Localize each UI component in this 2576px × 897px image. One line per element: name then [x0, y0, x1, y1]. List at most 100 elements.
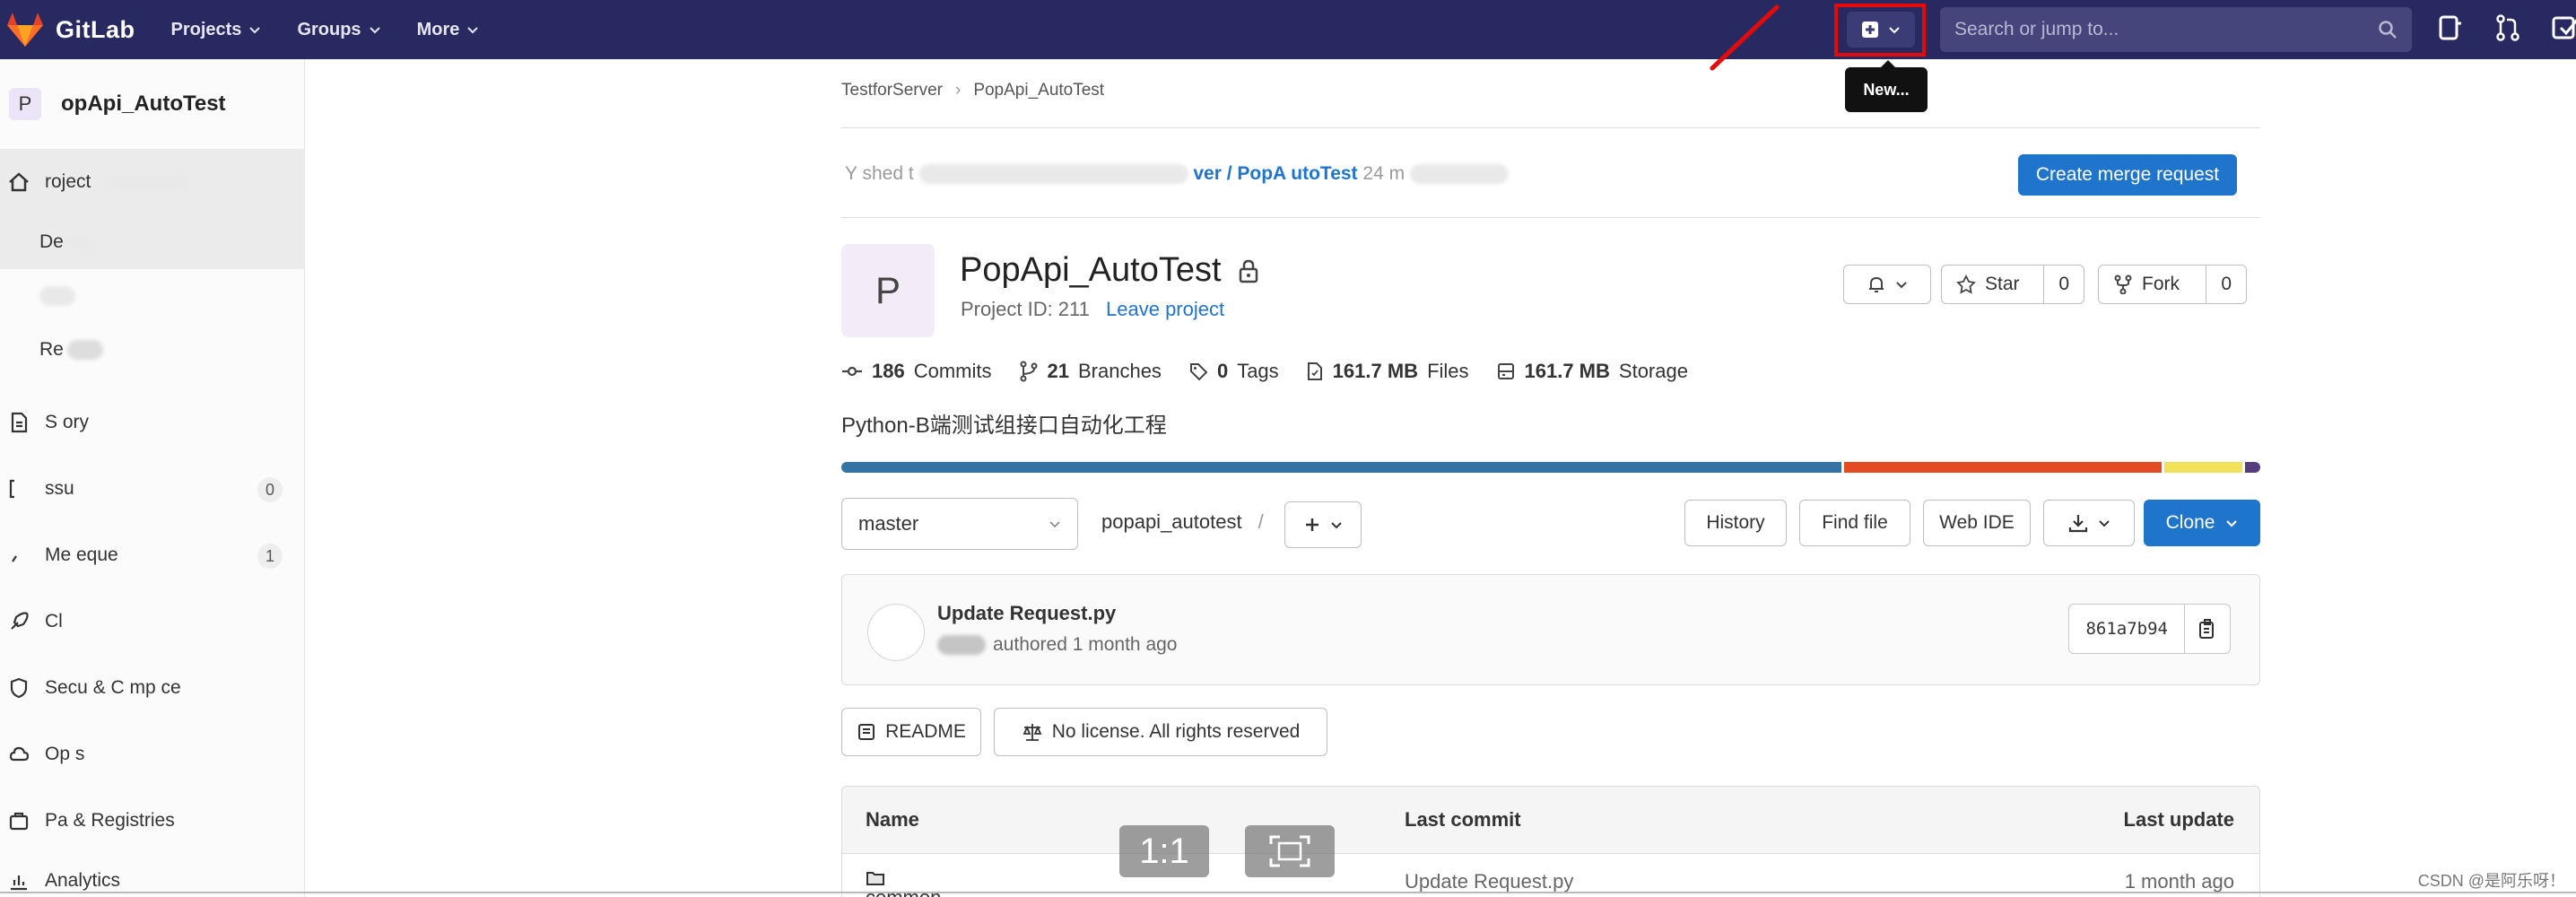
commit-sha[interactable]: 861a7b94 [2069, 605, 2185, 653]
sidebar-item-security-compliance[interactable]: Secu & C mp ce [0, 655, 304, 721]
stat-tags[interactable]: 0 Tags [1188, 360, 1279, 383]
file-last-commit[interactable]: Update Request.py [1405, 870, 1573, 893]
gitlab-logo-icon [5, 11, 45, 48]
commit-title[interactable]: Update Request.py [937, 602, 1116, 625]
zoom-actual-size-button[interactable]: 1:1 [1119, 825, 1209, 877]
menu-projects-label: Projects [170, 19, 242, 39]
breadcrumb: TestforServer › PopApi_AutoTest [841, 81, 1104, 100]
copy-sha-button[interactable] [2185, 605, 2230, 653]
search-icon [2379, 21, 2397, 39]
license-button[interactable]: No license. All rights reserved [994, 708, 1327, 756]
push-notice: Y shed t ver / PopA utoTest 24 m [845, 163, 1509, 185]
issues-count-badge: 0 [257, 477, 283, 502]
chevron-down-icon [369, 27, 380, 34]
blurred-region [1409, 164, 1509, 185]
top-navbar: GitLab Projects Groups More Search or ju… [0, 0, 2576, 71]
sidebar-item-analytics[interactable]: Analytics [0, 854, 304, 897]
commit-authored: authored 1 month ago [993, 634, 1178, 655]
history-button[interactable]: History [1684, 500, 1787, 546]
language-segment[interactable] [2244, 462, 2260, 473]
project-meta: Project ID: 211 Leave project [961, 298, 1224, 321]
stat-storage[interactable]: 161.7 MB Storage [1496, 360, 1688, 383]
branch-icon [1020, 361, 1037, 382]
sidebar-item-merge-requests[interactable]: Me eque 1 [0, 522, 304, 588]
breadcrumb-group[interactable]: TestforServer [841, 81, 943, 100]
web-ide-button[interactable]: Web IDE [1923, 500, 2031, 546]
commit-author-avatar[interactable] [867, 604, 925, 661]
menu-projects[interactable]: Projects [171, 20, 262, 40]
stat-files[interactable]: 161.7 MB Files [1306, 360, 1469, 383]
menu-more-label: More [416, 19, 460, 39]
sidebar-item-ci-cd[interactable]: Cl [0, 588, 304, 655]
sidebar-item-issues[interactable]: ssu 0 [0, 456, 304, 522]
scale-icon [1023, 724, 1042, 741]
sidebar-subitem-label: De [39, 231, 64, 252]
language-segment[interactable] [1844, 462, 2163, 473]
star-label: Star [1985, 274, 2020, 294]
plus-icon [1306, 518, 1318, 531]
star-icon [1956, 274, 1976, 294]
fork-button[interactable]: Fork 0 [2098, 265, 2247, 304]
create-merge-request-button[interactable]: Create merge request [2018, 154, 2237, 196]
readme-label: README [885, 721, 966, 742]
language-segment[interactable] [841, 462, 1842, 473]
brand[interactable]: GitLab [0, 0, 135, 59]
clone-dropdown[interactable]: Clone [2144, 500, 2260, 546]
sidebar-subitem-label: Re [39, 339, 64, 360]
sidebar-item-project-overview[interactable]: roject [0, 149, 304, 215]
project-avatar: P [841, 244, 935, 337]
push-notice-branch-link[interactable]: ver / PopA utoTest [1193, 163, 1357, 184]
star-button[interactable]: Star 0 [1941, 265, 2084, 304]
sidebar-item-repository[interactable]: S ory [0, 389, 304, 456]
leave-project-link[interactable]: Leave project [1106, 298, 1224, 320]
download-dropdown[interactable] [2043, 500, 2135, 546]
chevron-down-icon [2099, 520, 2110, 527]
sidebar-item-label: Op s [45, 744, 85, 764]
download-icon [2068, 515, 2088, 533]
blurred-region [109, 172, 190, 192]
notification-dropdown[interactable] [1843, 265, 1931, 304]
screenshot-root: GitLab Projects Groups More Search or ju… [0, 0, 2576, 897]
stat-branches-label: Branches [1077, 360, 1162, 382]
push-notice-prefix: Y shed t [845, 163, 914, 184]
todo-icon[interactable] [2550, 13, 2576, 43]
table-row[interactable]: common Update Request.py 1 month ago [841, 854, 2260, 897]
stat-commits[interactable]: 186 Commits [841, 360, 992, 383]
sidebar-subitem-activity[interactable] [0, 269, 304, 323]
language-segment[interactable] [2164, 462, 2242, 473]
repository-path: popapi_autotest / [1101, 510, 1264, 534]
menu-groups[interactable]: Groups [297, 20, 380, 40]
commit-icon [842, 366, 862, 377]
sidebar-subitem-details[interactable]: De [0, 215, 304, 269]
issues-icon[interactable] [2435, 13, 2466, 43]
book-icon [858, 724, 875, 740]
sidebar-project-header[interactable]: P opApi_AutoTest [0, 59, 304, 149]
search-input[interactable]: Search or jump to... [1940, 7, 2412, 52]
breadcrumb-project[interactable]: PopApi_AutoTest [973, 81, 1104, 100]
add-file-dropdown[interactable] [1284, 501, 1362, 548]
stat-tags-label: Tags [1237, 360, 1279, 382]
find-file-button[interactable]: Find file [1799, 500, 1910, 546]
file-icon [11, 412, 28, 433]
copy-icon [2199, 619, 2214, 639]
fit-screen-button[interactable] [1245, 825, 1335, 877]
readme-button[interactable]: README [841, 708, 981, 756]
path-separator: / [1258, 510, 1264, 533]
merge-request-icon[interactable] [2493, 13, 2523, 43]
file-name-cell[interactable]: common [866, 870, 941, 897]
sidebar-item-packages-registries[interactable]: Pa & Registries [0, 788, 304, 854]
file-last-update: 1 month ago [2124, 870, 2234, 893]
project-avatar-small: P [9, 88, 41, 120]
divider [841, 217, 2260, 218]
stat-branches[interactable]: 21 Branches [1019, 360, 1162, 383]
sidebar-project-name: opApi_AutoTest [61, 91, 226, 116]
sidebar-subitem-releases[interactable]: Re [0, 323, 304, 377]
menu-more[interactable]: More [417, 20, 480, 40]
sidebar-item-label: Analytics [45, 870, 121, 891]
tag-icon [1189, 363, 1208, 381]
branch-select[interactable]: master [841, 498, 1078, 550]
repository-path-root[interactable]: popapi_autotest [1101, 510, 1242, 533]
sidebar-item-operations[interactable]: Op s [0, 721, 304, 788]
bell-icon [1869, 276, 1884, 292]
blurred-region [39, 286, 75, 306]
